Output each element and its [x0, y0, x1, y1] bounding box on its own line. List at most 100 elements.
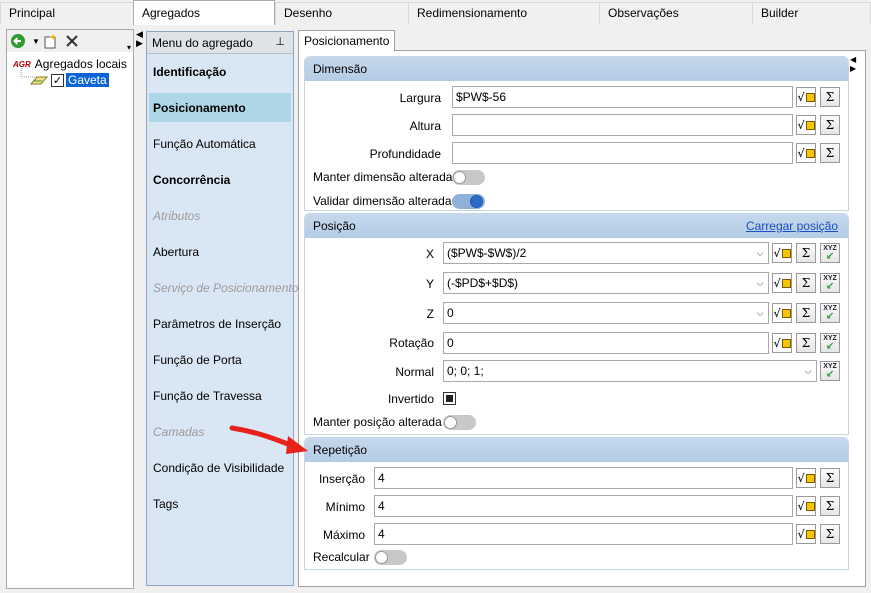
xyz-pick-button[interactable]: XYZ ↙: [820, 243, 840, 263]
sum-button[interactable]: Σ: [796, 333, 816, 353]
tab-agregados[interactable]: Agregados: [133, 0, 275, 25]
xyz-pick-button[interactable]: XYZ ↙: [820, 361, 840, 381]
drawer-icon: [29, 76, 49, 85]
section-dimensao: Dimensão Largura $PW$-56 √ Σ Altura √ Σ …: [304, 56, 849, 211]
normal-label: Normal: [395, 365, 434, 379]
sum-button[interactable]: Σ: [820, 115, 840, 135]
manter-posicao-toggle[interactable]: [443, 415, 476, 430]
insercao-label: Inserção: [318, 472, 365, 486]
sum-button[interactable]: Σ: [820, 468, 840, 488]
sum-button[interactable]: Σ: [820, 87, 840, 107]
menu-item-funcao-porta[interactable]: Função de Porta: [149, 345, 291, 374]
profundidade-field[interactable]: [452, 142, 793, 164]
carregar-posicao-link[interactable]: Carregar posição: [746, 219, 838, 233]
section-repeticao: Repetição Inserção 4 √ Σ Mínimo 4 √ Σ Má…: [304, 437, 849, 570]
sum-button[interactable]: Σ: [820, 143, 840, 163]
invertido-label: Invertido: [387, 392, 434, 406]
altura-label: Altura: [409, 119, 441, 133]
largura-field[interactable]: $PW$-56: [452, 86, 793, 108]
z-label: Z: [426, 307, 434, 321]
new-item-icon[interactable]: [41, 32, 59, 50]
recalcular-toggle[interactable]: [374, 550, 407, 565]
section-header-posicao: Posição Carregar posição: [305, 214, 848, 238]
xyz-pick-button[interactable]: XYZ ↙: [820, 273, 840, 293]
gaveta-checkbox[interactable]: ✓: [51, 73, 64, 87]
tree-pane: ▼ ▾ AGR Agregados locais ✓ Gaveta: [6, 29, 134, 589]
manter-posicao-label: Manter posição alterada: [313, 415, 442, 429]
z-combobox[interactable]: 0 ⌵: [443, 302, 769, 324]
menu-header: Menu do agregado ⊥: [147, 32, 293, 54]
tree-root-label: Agregados locais: [34, 57, 127, 71]
formula-button[interactable]: √: [796, 524, 816, 544]
delete-icon[interactable]: [63, 32, 81, 50]
manter-dimensao-toggle[interactable]: [452, 170, 485, 185]
menu-item-concorrencia[interactable]: Concorrência: [149, 165, 291, 194]
section-header-repeticao: Repetição: [305, 438, 848, 462]
sum-button[interactable]: Σ: [820, 524, 840, 544]
tree-toolbar: ▼ ▾: [7, 30, 133, 52]
sum-button[interactable]: Σ: [796, 243, 816, 263]
formula-button[interactable]: √: [796, 143, 816, 163]
menu-item-identificacao[interactable]: Identificação: [149, 57, 291, 86]
content-pane: Dimensão Largura $PW$-56 √ Σ Altura √ Σ …: [298, 50, 866, 587]
sum-button[interactable]: Σ: [796, 303, 816, 323]
menu-item-tags[interactable]: Tags: [149, 489, 291, 518]
insercao-field[interactable]: 4: [374, 467, 793, 489]
splitter-right-arrow-icon[interactable]: ▶: [136, 39, 143, 48]
largura-label: Largura: [399, 91, 441, 105]
formula-button[interactable]: √: [796, 468, 816, 488]
altura-field[interactable]: [452, 114, 793, 136]
tab-observacoes[interactable]: Observações: [599, 2, 753, 24]
formula-button[interactable]: √: [796, 496, 816, 516]
chevron-down-icon[interactable]: ⌵: [751, 243, 768, 263]
back-icon[interactable]: [9, 32, 27, 50]
recalcular-label: Recalcular: [313, 550, 370, 564]
formula-button[interactable]: √: [772, 273, 792, 293]
tab-desenho[interactable]: Desenho: [275, 2, 409, 24]
tree-item-gaveta[interactable]: ✓ Gaveta: [29, 72, 109, 88]
menu-item-abertura[interactable]: Abertura: [149, 237, 291, 266]
validar-dimensao-toggle[interactable]: [452, 194, 485, 209]
menu-item-funcao-travessa[interactable]: Função de Travessa: [149, 381, 291, 410]
section-title: Posição: [313, 219, 356, 233]
aggregate-menu: Menu do agregado ⊥ Identificação Posicio…: [146, 31, 299, 586]
manter-dimensao-label: Manter dimensão alterada: [313, 170, 453, 184]
sum-button[interactable]: Σ: [796, 273, 816, 293]
section-title: Dimensão: [313, 62, 368, 76]
minimo-field[interactable]: 4: [374, 495, 793, 517]
menu-item-atributos: Atributos: [153, 209, 201, 223]
menu-item-parametros-insercao[interactable]: Parâmetros de Inserção: [149, 309, 291, 338]
menu-item-posicionamento[interactable]: Posicionamento: [149, 93, 291, 122]
tab-builder[interactable]: Builder: [752, 2, 871, 24]
chevron-down-icon[interactable]: ⌵: [799, 361, 816, 381]
tab-principal[interactable]: Principal: [0, 2, 134, 24]
invertido-checkbox[interactable]: [443, 392, 456, 405]
minimo-label: Mínimo: [325, 500, 365, 514]
annotation-arrow: [229, 425, 308, 454]
x-combobox[interactable]: ($PW$-$W$)/2 ⌵: [443, 242, 769, 264]
normal-combobox[interactable]: 0; 0; 1; ⌵: [443, 360, 817, 382]
rotacao-field[interactable]: 0: [443, 332, 769, 354]
tab-redimensionamento[interactable]: Redimensionamento: [408, 2, 600, 24]
y-combobox[interactable]: (-$PD$+$D$) ⌵: [443, 272, 769, 294]
menu-item-funcao-automatica[interactable]: Função Automática: [149, 129, 291, 158]
validar-dimensao-label: Validar dimensão alterada: [313, 194, 452, 208]
formula-button[interactable]: √: [772, 333, 792, 353]
rotacao-label: Rotação: [389, 336, 434, 350]
formula-button[interactable]: √: [772, 243, 792, 263]
formula-button[interactable]: √: [796, 87, 816, 107]
xyz-pick-button[interactable]: XYZ ↙: [820, 333, 840, 353]
sum-button[interactable]: Σ: [820, 496, 840, 516]
formula-button[interactable]: √: [772, 303, 792, 323]
menu-item-servico-posicionamento: Serviço de Posicionamento: [153, 281, 299, 295]
chevron-down-icon[interactable]: ⌵: [751, 273, 768, 293]
maximo-label: Máximo: [322, 528, 365, 542]
tab-posicionamento[interactable]: Posicionamento: [298, 30, 396, 51]
pin-icon[interactable]: ⊥: [275, 35, 285, 48]
formula-button[interactable]: √: [796, 115, 816, 135]
y-label: Y: [425, 277, 434, 291]
maximo-field[interactable]: 4: [374, 523, 793, 545]
panel-collapse-arrows-icon[interactable]: ◀ ▶: [850, 55, 871, 73]
chevron-down-icon[interactable]: ⌵: [751, 303, 768, 323]
xyz-pick-button[interactable]: XYZ ↙: [820, 303, 840, 323]
